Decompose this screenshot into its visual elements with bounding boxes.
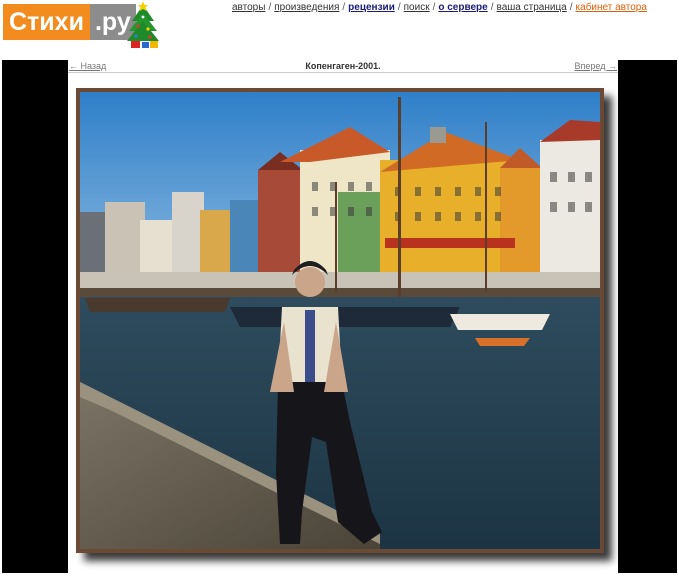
nav-link-works[interactable]: произведения: [274, 2, 339, 13]
nav-link-about[interactable]: о сервере: [438, 2, 487, 13]
nav-link-reviews[interactable]: рецензии: [348, 2, 395, 13]
nav-link-author-cabinet[interactable]: кабинет автора: [576, 2, 647, 13]
nav-separator: /: [268, 2, 272, 13]
nav-separator: /: [342, 2, 346, 13]
nav-link-your-page[interactable]: ваша страница: [497, 2, 567, 13]
photo-pager: ← Назад Копенгаген-2001. Вперед →: [68, 60, 618, 73]
nav-separator: /: [569, 2, 573, 13]
photo-title: Копенгаген-2001.: [305, 61, 381, 71]
site-logo[interactable]: Стихи .ру: [3, 4, 136, 40]
nav-link-search[interactable]: поиск: [404, 2, 430, 13]
photo-viewer: ← Назад Копенгаген-2001. Вперед →: [2, 60, 677, 573]
christmas-tree-icon: [127, 1, 159, 48]
photo-panel: ← Назад Копенгаген-2001. Вперед →: [68, 60, 618, 573]
logo-text-left: Стихи: [3, 4, 90, 40]
nav-separator: /: [432, 2, 436, 13]
nav-separator: /: [397, 2, 401, 13]
nav-link-authors[interactable]: авторы: [232, 2, 265, 13]
copenhagen-photo[interactable]: [80, 92, 600, 549]
nav-separator: /: [490, 2, 494, 13]
photo-frame[interactable]: [76, 88, 604, 553]
next-photo-link[interactable]: Вперед →: [575, 61, 617, 71]
top-navigation: авторы / произведения / рецензии / поиск / о сер…: [232, 2, 647, 13]
site-header: Стихи .ру авторы / произведения / рецензии / п…: [0, 0, 679, 60]
